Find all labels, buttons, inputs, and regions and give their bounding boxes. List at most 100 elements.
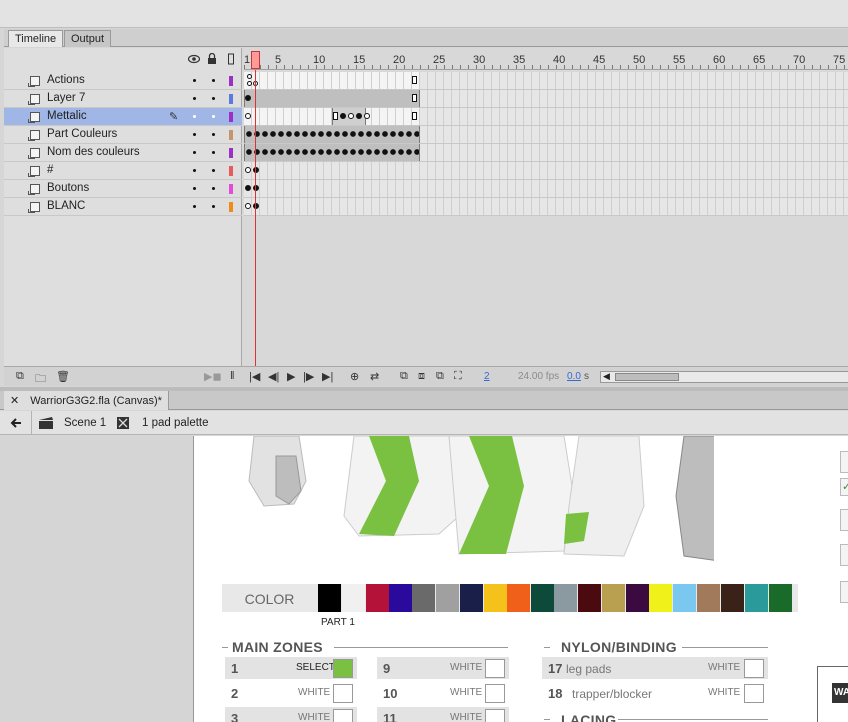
- visibility-dot[interactable]: [193, 79, 196, 82]
- frame-ruler[interactable]: 1 5 10 15 20 25 30 35 40 45 50 55 60 65 …: [244, 48, 848, 70]
- color-swatch[interactable]: [697, 584, 720, 612]
- color-swatch[interactable]: [318, 584, 341, 612]
- zone-color-box[interactable]: [333, 709, 353, 722]
- visibility-dot[interactable]: [193, 97, 196, 100]
- color-swatch[interactable]: [554, 584, 577, 612]
- color-swatch[interactable]: [342, 584, 365, 612]
- lock-all-icon[interactable]: [207, 53, 217, 65]
- keyframe[interactable]: [245, 95, 251, 101]
- lock-dot[interactable]: [212, 169, 215, 172]
- visibility-dot[interactable]: [193, 169, 196, 172]
- scroll-thumb[interactable]: [615, 373, 679, 381]
- zone-color-box[interactable]: [485, 659, 505, 678]
- zone-color-box[interactable]: [485, 709, 505, 722]
- color-swatch[interactable]: [769, 584, 792, 612]
- layer-color-swatch[interactable]: [229, 166, 233, 176]
- zone-row[interactable]: 11 WHITE: [377, 707, 509, 722]
- lock-dot[interactable]: [212, 151, 215, 154]
- color-swatch[interactable]: [673, 584, 696, 612]
- lock-dot[interactable]: [212, 79, 215, 82]
- layer-row-hash[interactable]: #: [4, 162, 242, 180]
- zone-row[interactable]: 2 WHITE: [225, 682, 357, 704]
- nylon-row[interactable]: 18 trapper/blocker WHITE: [542, 682, 768, 704]
- first-frame-icon[interactable]: |◀: [249, 370, 260, 383]
- scene-breadcrumb[interactable]: Scene 1: [64, 417, 106, 429]
- nylon-color-box[interactable]: [744, 659, 764, 678]
- layer-row-boutons[interactable]: Boutons: [4, 180, 242, 198]
- frame-grid[interactable]: 1 5 10 15 20 25 30 35 40 45 50 55 60 65 …: [244, 48, 848, 366]
- zone-color-box[interactable]: [333, 684, 353, 703]
- layer-color-swatch[interactable]: [229, 202, 233, 212]
- keyframe[interactable]: [247, 74, 252, 79]
- color-swatch[interactable]: [460, 584, 483, 612]
- visibility-dot[interactable]: [193, 187, 196, 190]
- zone-row[interactable]: 10 WHITE: [377, 682, 509, 704]
- visibility-dot[interactable]: [193, 205, 196, 208]
- color-swatch[interactable]: [721, 584, 744, 612]
- visibility-dot[interactable]: [193, 133, 196, 136]
- loop-icon[interactable]: ⇄: [370, 370, 379, 383]
- zone-row[interactable]: 1 SELECT: [225, 657, 357, 679]
- zone-color-box[interactable]: [333, 659, 353, 678]
- color-swatch[interactable]: [649, 584, 672, 612]
- side-checkbox[interactable]: ✓: [840, 478, 848, 496]
- keyframe[interactable]: [245, 203, 251, 209]
- color-swatch[interactable]: [366, 584, 389, 612]
- playhead[interactable]: [251, 51, 260, 69]
- close-icon[interactable]: ✕: [10, 395, 19, 407]
- current-frame[interactable]: 2: [484, 371, 490, 382]
- lock-dot[interactable]: [212, 115, 215, 118]
- color-swatch[interactable]: [507, 584, 530, 612]
- keyframe[interactable]: [348, 113, 354, 119]
- stage-canvas[interactable]: COLOR PART 1 MAIN ZONES 1 SELECT 2 WHITE: [193, 436, 848, 722]
- keyframe[interactable]: [340, 113, 346, 119]
- lock-dot[interactable]: [212, 133, 215, 136]
- layer-color-swatch[interactable]: [229, 94, 233, 104]
- frame-row-mettalic[interactable]: [244, 108, 848, 126]
- show-hide-all-icon[interactable]: [188, 53, 200, 65]
- layer-row-part-couleurs[interactable]: Part Couleurs: [4, 126, 242, 144]
- camera-icon[interactable]: ▶◼: [204, 370, 222, 383]
- back-arrow-icon[interactable]: [10, 417, 22, 429]
- step-forward-icon[interactable]: |▶: [303, 370, 314, 383]
- new-layer-icon[interactable]: ⧉: [16, 370, 24, 383]
- keyframe[interactable]: [356, 113, 362, 119]
- lock-dot[interactable]: [212, 205, 215, 208]
- frame-row-blanc[interactable]: [244, 198, 848, 216]
- zone-row[interactable]: 9 WHITE: [377, 657, 509, 679]
- color-swatch[interactable]: [602, 584, 625, 612]
- color-swatch[interactable]: [531, 584, 554, 612]
- onion-outline-icon[interactable]: ⧈: [418, 370, 425, 383]
- keyframe[interactable]: [253, 167, 259, 173]
- keyframe[interactable]: [333, 112, 338, 120]
- lock-dot[interactable]: [212, 97, 215, 100]
- end-frame[interactable]: [412, 94, 417, 102]
- keyframe[interactable]: [245, 113, 251, 119]
- play-icon[interactable]: ▶: [287, 370, 295, 383]
- layer-color-swatch[interactable]: [229, 76, 233, 86]
- edit-multiple-icon[interactable]: ⧉: [436, 370, 444, 383]
- keyframe[interactable]: [253, 203, 259, 209]
- layer-row-nom-des-couleurs[interactable]: Nom des couleurs: [4, 144, 242, 162]
- layer-row-layer-7[interactable]: Layer 7: [4, 90, 242, 108]
- color-swatch[interactable]: [578, 584, 601, 612]
- side-button[interactable]: [840, 544, 848, 566]
- nylon-row[interactable]: 17 leg pads WHITE: [542, 657, 768, 679]
- keyframe[interactable]: [253, 185, 259, 191]
- color-swatch[interactable]: [389, 584, 412, 612]
- side-button[interactable]: [840, 509, 848, 531]
- step-back-icon[interactable]: ◀|: [268, 370, 279, 383]
- frame-row-part-couleurs[interactable]: [244, 126, 848, 144]
- layer-row-actions[interactable]: Actions: [4, 72, 242, 90]
- color-swatch[interactable]: [484, 584, 507, 612]
- layer-color-swatch[interactable]: [229, 130, 233, 140]
- frame-row-hash[interactable]: [244, 162, 848, 180]
- zone-row[interactable]: 3 WHITE: [225, 707, 357, 722]
- keyframe[interactable]: [245, 167, 251, 173]
- layer-color-swatch[interactable]: [229, 184, 233, 194]
- keyframe[interactable]: [364, 113, 370, 119]
- elapsed-time[interactable]: 0.0: [567, 371, 581, 382]
- zone-color-box[interactable]: [485, 684, 505, 703]
- last-frame-icon[interactable]: ▶|: [322, 370, 333, 383]
- layer-row-blanc[interactable]: BLANC: [4, 198, 242, 216]
